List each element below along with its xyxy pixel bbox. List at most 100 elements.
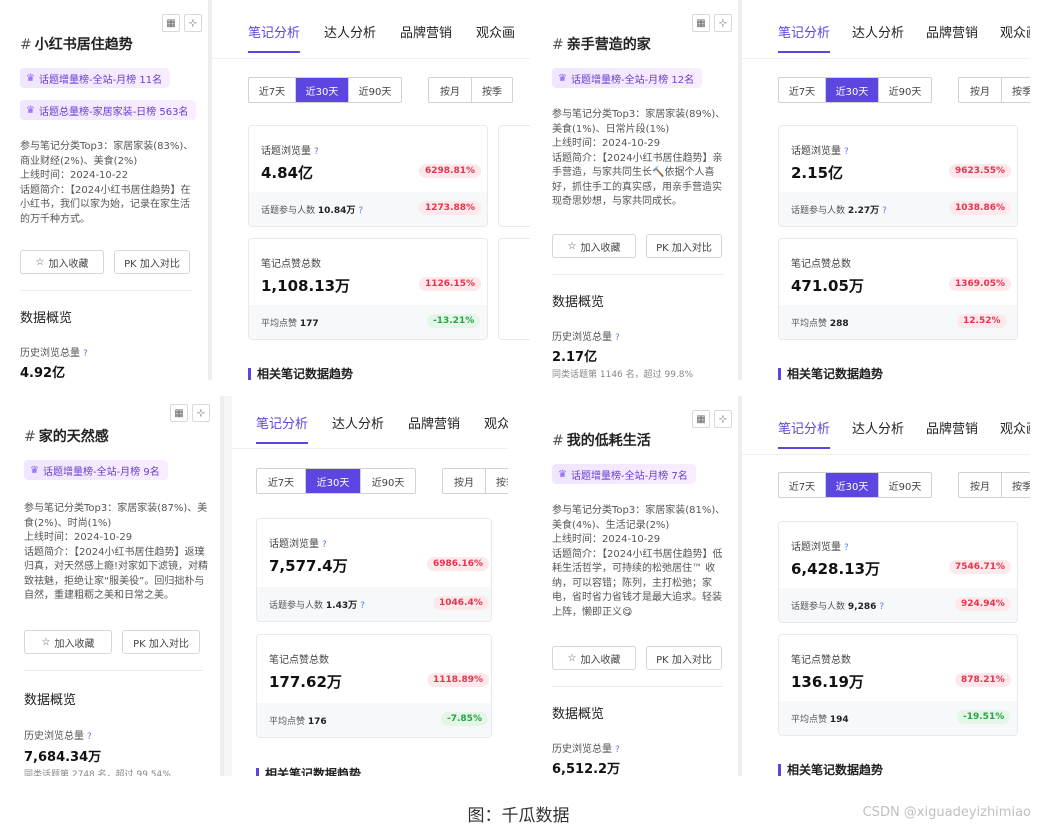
history-views-label: 历史浏览总量?: [552, 332, 620, 343]
help-icon[interactable]: ?: [615, 333, 620, 343]
tab-audience[interactable]: 观众画: [1000, 418, 1030, 437]
note-likes-change: 1369.05%: [949, 277, 1012, 291]
topic-views-change: 6986.16%: [427, 557, 490, 571]
range-30d[interactable]: 近30天: [826, 473, 879, 497]
help-icon[interactable]: ?: [87, 732, 92, 742]
tab-audience[interactable]: 观众画: [484, 413, 508, 432]
grid-icon[interactable]: ▦: [692, 14, 710, 32]
help-icon[interactable]: ?: [844, 543, 849, 553]
history-views-value: 4.92亿: [20, 366, 66, 380]
related-trend-title: 相关笔记数据趋势: [248, 365, 353, 380]
watermark: CSDN @xiguadeyizhimiao: [862, 805, 1031, 820]
tab-note-analysis[interactable]: 笔记分析: [256, 413, 309, 444]
range-7d[interactable]: 近7天: [257, 469, 306, 493]
help-icon[interactable]: ?: [360, 601, 365, 611]
tab-influencer[interactable]: 达人分析: [332, 413, 384, 432]
range-30d[interactable]: 近30天: [306, 469, 361, 493]
rank-badge[interactable]: ♛ 话题增量榜-全站-月榜 12名: [552, 68, 703, 88]
help-icon[interactable]: ?: [314, 147, 319, 157]
analysis-pane: 笔记分析 达人分析 品牌营销 观众画 近7天 近30天 近90天 按月 按季 话…: [212, 0, 530, 380]
crown-icon: ♛: [26, 72, 35, 84]
tab-note-analysis[interactable]: 笔记分析: [248, 22, 301, 53]
help-icon[interactable]: ?: [879, 602, 884, 612]
topic-views-card: 话题浏览量? 2.15亿 9623.55% 话题参与人数 2.27万? 1038…: [778, 125, 1018, 227]
help-icon[interactable]: ?: [358, 206, 363, 216]
tab-note-analysis[interactable]: 笔记分析: [778, 418, 831, 449]
range-30d[interactable]: 近30天: [296, 78, 349, 102]
topic-sidebar: ▦ ⊹ # 亲手营造的家 ♛ 话题增量榜-全站-月榜 12名 参与笔记分类Top3：…: [538, 0, 738, 380]
range-90d[interactable]: 近90天: [349, 78, 401, 102]
period-month[interactable]: 按月: [429, 78, 472, 102]
related-trend-title: 相关笔记数据趋势: [778, 365, 883, 380]
tab-influencer[interactable]: 达人分析: [852, 22, 904, 41]
history-views-value: 7,684.34万: [24, 750, 102, 765]
rank-badge[interactable]: ♛ 话题总量榜-家居家装-日榜 563名: [20, 100, 197, 120]
tab-note-analysis[interactable]: 笔记分析: [778, 22, 831, 53]
grid-icon[interactable]: ▦: [692, 410, 710, 428]
tab-audience[interactable]: 观众画: [1000, 22, 1030, 41]
data-overview-title: 数据概览: [552, 707, 605, 722]
tab-influencer[interactable]: 达人分析: [852, 418, 904, 437]
period-selector: 按月 按季: [442, 468, 508, 494]
note-likes-change: 1126.15%: [419, 277, 482, 291]
rank-badge[interactable]: ♛ 话题增量榜-全站-月榜 11名: [20, 68, 171, 88]
range-90d[interactable]: 近90天: [879, 473, 931, 497]
period-quarter[interactable]: 按季: [1002, 473, 1030, 497]
related-trend-title: 相关笔记数据趋势: [256, 765, 361, 776]
collapse-icon[interactable]: ⊹: [714, 14, 732, 32]
add-compare-button[interactable]: PK 加入对比: [646, 234, 722, 258]
period-quarter[interactable]: 按季: [472, 78, 512, 102]
period-quarter[interactable]: 按季: [486, 469, 508, 493]
period-quarter[interactable]: 按季: [1002, 78, 1030, 102]
add-compare-button[interactable]: PK 加入对比: [646, 646, 722, 670]
range-7d[interactable]: 近7天: [249, 78, 296, 102]
help-icon[interactable]: ?: [844, 147, 849, 157]
help-icon[interactable]: ?: [615, 745, 620, 755]
period-month[interactable]: 按月: [959, 473, 1002, 497]
tab-brand[interactable]: 品牌营销: [926, 22, 978, 41]
topic-title: # 我的低耗生活: [552, 433, 651, 449]
add-favorite-button[interactable]: ☆ 加入收藏: [552, 646, 636, 670]
tab-brand[interactable]: 品牌营销: [408, 413, 460, 432]
range-90d[interactable]: 近90天: [879, 78, 931, 102]
range-90d[interactable]: 近90天: [361, 469, 415, 493]
add-favorite-button[interactable]: ☆ 加入收藏: [24, 630, 112, 654]
rank-badge[interactable]: ♛ 话题增量榜-全站-月榜 9名: [24, 460, 168, 480]
help-icon[interactable]: ?: [322, 540, 327, 550]
range-7d[interactable]: 近7天: [779, 473, 826, 497]
note-likes-value: 1,108.13万: [261, 277, 351, 295]
topic-sidebar: ▦ ⊹ # 家的天然感 ♛ 话题增量榜-全站-月榜 9名 参与笔记分类Top3：家居…: [8, 396, 220, 776]
add-compare-button[interactable]: PK 加入对比: [122, 630, 200, 654]
grid-icon[interactable]: ▦: [162, 14, 180, 32]
grid-icon[interactable]: ▦: [170, 404, 188, 422]
topic-views-value: 7,577.4万: [269, 557, 348, 575]
add-compare-button[interactable]: PK 加入对比: [114, 250, 190, 274]
period-month[interactable]: 按月: [959, 78, 1002, 102]
data-overview-title: 数据概览: [20, 311, 73, 326]
help-icon[interactable]: ?: [882, 206, 887, 216]
note-likes-value: 471.05万: [791, 277, 864, 295]
range-7d[interactable]: 近7天: [779, 78, 826, 102]
collapse-icon[interactable]: ⊹: [192, 404, 210, 422]
avg-likes-change: -13.21%: [427, 314, 481, 328]
panel-1: ▦ ⊹ # 小红书居住趋势 ♛ 话题增量榜-全站-月榜 11名 ♛ 话题总量榜-家居家…: [8, 0, 530, 380]
tab-influencer[interactable]: 达人分析: [324, 22, 376, 41]
period-month[interactable]: 按月: [443, 469, 486, 493]
range-30d[interactable]: 近30天: [826, 78, 879, 102]
history-views-value: 6,512.2万: [552, 762, 621, 776]
history-views-value: 2.17亿: [552, 350, 598, 365]
note-likes-card: 笔记点赞总数 136.19万 878.21% 平均点赞 194 -19.51%: [778, 634, 1018, 736]
tab-brand[interactable]: 品牌营销: [400, 22, 452, 41]
note-likes-card: 笔记点赞总数 177.62万 1118.89% 平均点赞 176 -7.85%: [256, 634, 492, 738]
help-icon[interactable]: ?: [83, 349, 88, 359]
rank-badge[interactable]: ♛ 话题增量榜-全站-月榜 7名: [552, 464, 696, 484]
collapse-icon[interactable]: ⊹: [714, 410, 732, 428]
tab-brand[interactable]: 品牌营销: [926, 418, 978, 437]
panel-4: ▦ ⊹ # 我的低耗生活 ♛ 话题增量榜-全站-月榜 7名 参与笔记分类Top3：家…: [538, 396, 1030, 776]
add-favorite-button[interactable]: ☆ 加入收藏: [552, 234, 636, 258]
topic-info: 参与笔记分类Top3：家居家装(87%)、美食(2%)、时尚(1%) 上线时间：2…: [24, 503, 209, 601]
collapse-icon[interactable]: ⊹: [184, 14, 202, 32]
add-favorite-button[interactable]: ☆ 加入收藏: [20, 250, 104, 274]
participants-change: 1038.86%: [949, 201, 1012, 215]
tab-audience[interactable]: 观众画: [476, 22, 515, 41]
